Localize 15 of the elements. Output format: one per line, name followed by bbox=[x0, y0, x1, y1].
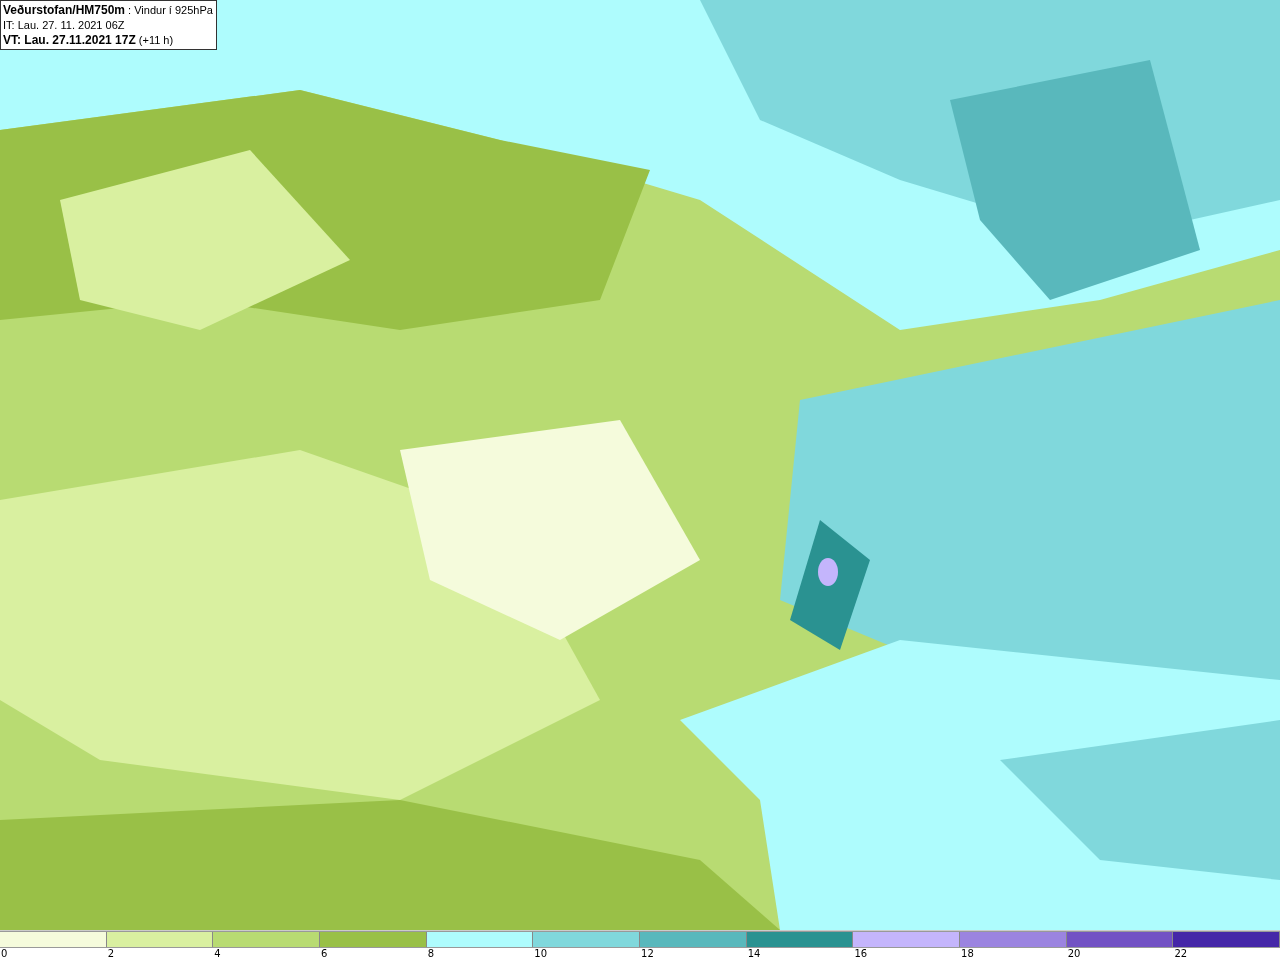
init-time: IT: Lau. 27. 11. 2021 06Z bbox=[3, 18, 126, 33]
scale-label: 10 bbox=[534, 948, 548, 959]
scale-label: 14 bbox=[747, 948, 761, 959]
scale-label: 20 bbox=[1067, 948, 1081, 959]
scale-label: 18 bbox=[961, 948, 974, 959]
scale-label: 22 bbox=[1174, 948, 1188, 959]
scale-label: 6 bbox=[321, 948, 328, 959]
valid-time: VT: Lau. 27.11.2021 17Z (+11 h) bbox=[3, 33, 175, 48]
scale-label: 12 bbox=[641, 948, 654, 959]
scale-label: 8 bbox=[427, 948, 435, 959]
scale-label: 2 bbox=[107, 948, 115, 959]
scale-label: 4 bbox=[214, 948, 221, 959]
scale-label: 16 bbox=[854, 948, 868, 959]
model-title: Veðurstofan/HM750m : Vindur í 925hPa bbox=[3, 3, 213, 18]
scale-label: 0 bbox=[1, 948, 8, 959]
